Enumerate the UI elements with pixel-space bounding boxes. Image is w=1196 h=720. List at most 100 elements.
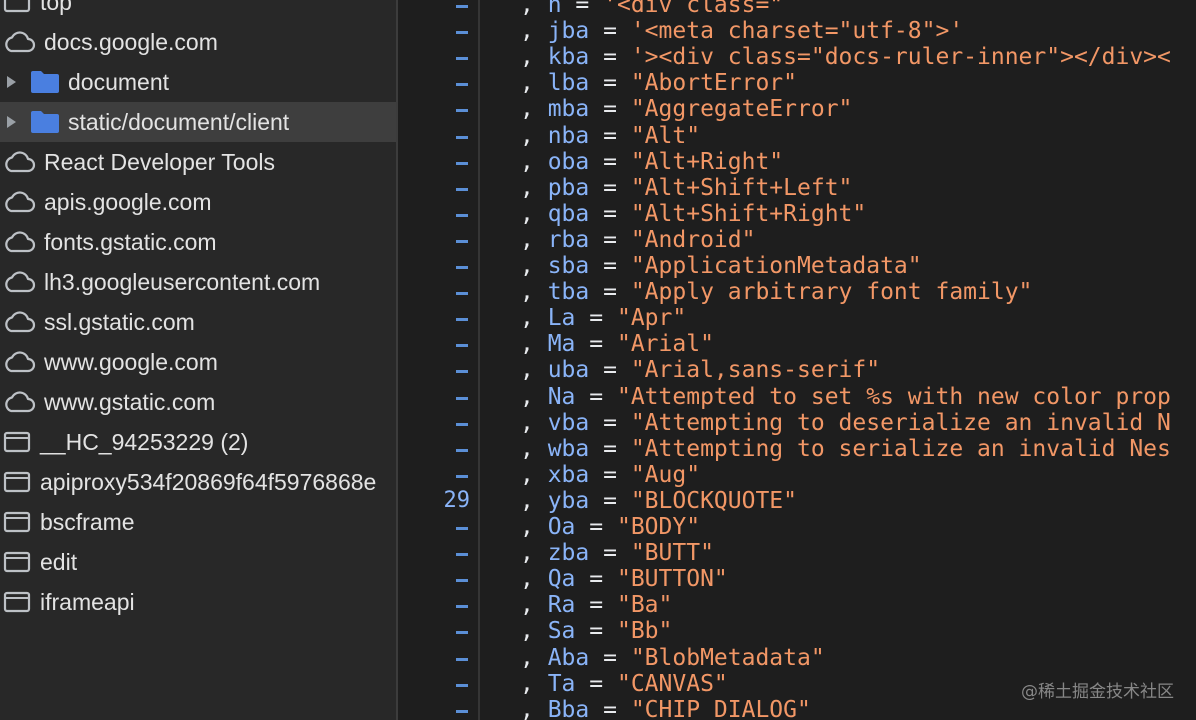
breakpoint-marker[interactable] — [456, 161, 468, 165]
equals-token: = — [589, 383, 604, 410]
frame-icon — [2, 430, 32, 454]
equals-token: = — [589, 305, 604, 332]
string-token: "CHIP_DIALOG" — [630, 696, 811, 720]
tree-item-react-developer-tools[interactable]: React Developer Tools — [0, 142, 396, 182]
string-token: "CANVAS" — [616, 670, 728, 697]
breakpoint-marker[interactable] — [456, 370, 468, 374]
string-token: "Apply arbitrary font family" — [630, 279, 1033, 306]
tree-item-www-gstatic-com[interactable]: www.gstatic.com — [0, 382, 396, 422]
breakpoint-marker[interactable] — [456, 422, 468, 426]
comma-token: , — [520, 70, 548, 97]
tree-item-edit[interactable]: edit — [0, 542, 396, 582]
code-line: , La = "Apr" — [520, 305, 686, 331]
tree-item-www-google-com[interactable]: www.google.com — [0, 342, 396, 382]
code-line: , Ra = "Ba" — [520, 592, 672, 618]
string-token: "Android" — [630, 226, 756, 253]
string-token: "AbortError" — [630, 70, 797, 97]
breakpoint-marker[interactable] — [456, 579, 468, 583]
breakpoint-marker[interactable] — [456, 292, 468, 296]
breakpoint-marker[interactable] — [456, 135, 468, 139]
breakpoint-marker[interactable] — [456, 605, 468, 609]
tree-item-docs-google-com[interactable]: docs.google.com — [0, 22, 396, 62]
tree-item-bscframe[interactable]: bscframe — [0, 502, 396, 542]
tree-item-fonts-gstatic-com[interactable]: fonts.gstatic.com — [0, 222, 396, 262]
breakpoint-marker[interactable] — [456, 527, 468, 530]
breakpoint-marker[interactable] — [456, 213, 468, 217]
tree-item-label: bscframe — [40, 508, 135, 535]
comma-token: , — [520, 305, 548, 332]
equals-token: = — [603, 644, 617, 671]
equals-token: = — [603, 279, 617, 306]
code-line: , kba = '><div class="docs-ruler-inner">… — [520, 44, 1171, 70]
code-line: , Oa = "BODY" — [520, 514, 700, 540]
identifier-token: kba — [547, 44, 590, 71]
string-token: "BODY" — [616, 514, 701, 540]
comma-token: , — [520, 540, 548, 567]
tree-item-lh3-googleusercontent-com[interactable]: lh3.googleusercontent.com — [0, 262, 396, 302]
string-token: "Arial,sans-serif" — [630, 357, 881, 384]
breakpoint-marker[interactable] — [456, 5, 468, 8]
frame-icon — [2, 590, 32, 614]
code-line: , wba = "Attempting to serialize an inva… — [520, 436, 1171, 462]
tree-item-document[interactable]: document — [0, 62, 396, 102]
expand-arrow-icon[interactable] — [7, 116, 16, 128]
identifier-token: rba — [547, 226, 590, 253]
string-token: "Bb" — [616, 618, 673, 645]
identifier-token: uba — [547, 357, 590, 384]
comma-token: , — [520, 435, 548, 462]
tree-item-label: React Developer Tools — [44, 148, 275, 175]
identifier-token: La — [547, 305, 576, 332]
tree-item-label: www.google.com — [44, 348, 218, 375]
breakpoint-marker[interactable] — [456, 57, 468, 61]
identifier-token: wba — [547, 435, 590, 462]
line-gutter: 29 — [398, 0, 480, 720]
equals-token: = — [603, 461, 617, 488]
tree-item-ssl-gstatic-com[interactable]: ssl.gstatic.com — [0, 302, 396, 342]
breakpoint-marker[interactable] — [456, 448, 468, 452]
breakpoint-marker[interactable] — [456, 631, 468, 635]
cloud-icon — [2, 151, 36, 173]
folder-icon — [30, 70, 60, 94]
identifier-token: Ra — [547, 592, 576, 619]
comma-token: , — [520, 357, 548, 384]
breakpoint-marker[interactable] — [456, 553, 468, 557]
breakpoint-marker[interactable] — [456, 683, 468, 687]
tree-item-iframeapi[interactable]: iframeapi — [0, 582, 396, 622]
string-token: "AggregateError" — [630, 96, 853, 123]
tree-item-top[interactable]: top — [0, 0, 396, 22]
equals-token: = — [603, 253, 617, 279]
cloud-icon — [2, 271, 36, 293]
breakpoint-marker[interactable] — [456, 709, 468, 713]
line-number[interactable]: 29 — [410, 488, 471, 514]
breakpoint-marker[interactable] — [456, 657, 468, 661]
equals-token: = — [603, 435, 617, 462]
equals-token: = — [589, 670, 604, 697]
breakpoint-marker[interactable] — [456, 187, 468, 191]
expand-arrow-icon[interactable] — [7, 76, 16, 88]
breakpoint-marker[interactable] — [456, 474, 468, 478]
identifier-token: Aba — [547, 644, 590, 671]
tree-item-static-document-client[interactable]: static/document/client — [0, 102, 396, 142]
cloud-icon — [2, 391, 36, 413]
breakpoint-marker[interactable] — [456, 344, 468, 348]
breakpoint-marker[interactable] — [456, 31, 468, 35]
tree-item-apiproxy534f20869f64f5976868e[interactable]: apiproxy534f20869f64f5976868e — [0, 462, 396, 502]
identifier-token: vba — [547, 409, 590, 436]
tree-item-hc-94253229-2[interactable]: __HC_94253229 (2) — [0, 422, 396, 462]
breakpoint-marker[interactable] — [456, 318, 468, 322]
breakpoint-marker[interactable] — [456, 109, 468, 113]
string-token: "Alt" — [630, 122, 701, 149]
comma-token: , — [520, 644, 548, 671]
equals-token: = — [603, 226, 617, 253]
tree-item-label: document — [68, 68, 170, 95]
string-token: "BUTT" — [630, 540, 714, 567]
breakpoint-marker[interactable] — [456, 396, 468, 400]
breakpoint-marker[interactable] — [456, 266, 468, 269]
tree-item-apis-google-com[interactable]: apis.google.com — [0, 182, 396, 222]
breakpoint-marker[interactable] — [456, 83, 468, 87]
identifier-token: Qa — [547, 566, 576, 593]
code-editor[interactable]: , h = '<div class=", jba = '<meta charse… — [480, 0, 1196, 720]
breakpoint-marker[interactable] — [456, 239, 468, 243]
code-line: , uba = "Arial,sans-serif" — [520, 357, 880, 383]
code-line: , Bba = "CHIP_DIALOG" — [520, 697, 811, 720]
